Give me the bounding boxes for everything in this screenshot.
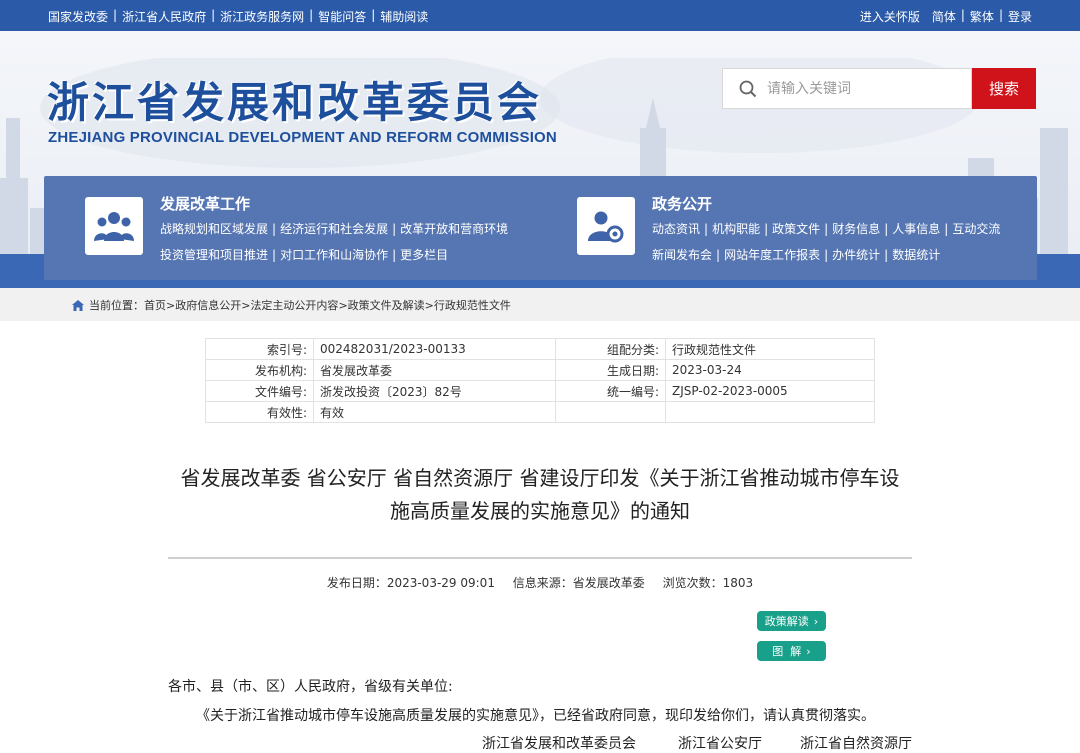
meta-label: 有效性: <box>205 401 314 423</box>
article-title-line2: 施高质量发展的实施意见》的通知 <box>390 499 690 523</box>
meta-label: 组配分类: <box>555 338 666 360</box>
table-row: 索引号: 002482031/2023-00133 组配分类: 行政规范性文件 <box>205 338 875 360</box>
table-row: 有效性: 有效 <box>205 401 875 423</box>
nav-section-gov-affairs-row1: 动态资讯 | 机构职能 | 政策文件 | 财务信息 | 人事信息 | 互动交流 <box>652 222 1001 236</box>
nav-link-economy-society[interactable]: 经济运行和社会发展 <box>280 222 388 236</box>
meta-created-date: 2023-03-24 <box>665 359 875 381</box>
breadcrumb-home[interactable]: 首页 <box>144 297 166 313</box>
article-title: 省发展改革委 省公安厅 省自然资源厅 省建设厅印发《关于浙江省推动城市停车设 施… <box>160 462 920 528</box>
breadcrumb-prefix: 当前位置： <box>89 299 144 312</box>
signature-natural-resources: 浙江省自然资源厅 <box>800 736 912 752</box>
meta-validity: 有效 <box>313 401 556 423</box>
nav-link-annual-report[interactable]: 网站年度工作报表 <box>724 248 820 262</box>
policy-interpretation-label: 政策解读 <box>764 615 809 628</box>
breadcrumb-normative-docs[interactable]: 行政规范性文件 <box>434 297 511 313</box>
site-header: 浙江省发展和改革委员会 ZHEJIANG PROVINCIAL DEVELOPM… <box>0 31 1080 288</box>
search-box <box>722 68 972 109</box>
breadcrumb-policy-docs[interactable]: 政策文件及解读 <box>348 297 425 313</box>
info-source: 信息来源：省发展改革委 <box>512 576 645 590</box>
top-link-ndrc[interactable]: 国家发改委 <box>48 8 108 25</box>
chevron-right-icon: › <box>813 614 819 628</box>
nav-link-personnel[interactable]: 人事信息 <box>892 222 940 236</box>
breadcrumb: 当前位置： 首页 > 政府信息公开 > 法定主动公开内容 > 政策文件及解读 > 行政规… <box>0 288 1080 321</box>
meta-label: 生成日期: <box>555 359 666 381</box>
meta-publisher: 省发展改革委 <box>313 359 556 381</box>
nav-section-gov-affairs-row2: 新闻发布会 | 网站年度工作报表 | 办件统计 | 数据统计 <box>652 248 941 262</box>
nav-link-investment[interactable]: 投资管理和项目推进 <box>160 248 268 262</box>
graphic-interpretation-label: 图 解 <box>772 645 802 658</box>
gov-affairs-icon <box>577 197 635 255</box>
nav-link-data-stats[interactable]: 数据统计 <box>892 248 940 262</box>
search-form: 搜索 <box>722 68 1036 109</box>
nav-link-policy-docs[interactable]: 政策文件 <box>772 222 820 236</box>
meta-label: 文件编号: <box>205 380 314 402</box>
signature-ndrc: 浙江省发展和改革委员会 <box>482 736 636 752</box>
home-icon <box>72 299 84 311</box>
top-link-assist-read[interactable]: 辅助阅读 <box>380 8 428 25</box>
top-link-care-mode[interactable]: 进入关怀版 <box>860 8 920 25</box>
nav-link-case-stats[interactable]: 办件统计 <box>832 248 880 262</box>
top-link-traditional[interactable]: 繁体 <box>970 8 994 25</box>
nav-section-gov-affairs-title[interactable]: 政务公开 <box>652 193 712 214</box>
top-link-smart-qa[interactable]: 智能问答 <box>318 8 366 25</box>
top-bar: 国家发改委 | 浙江省人民政府 | 浙江政务服务网 | 智能问答 | 辅助阅读 进入关怀… <box>0 0 1080 31</box>
view-count: 浏览次数：1803 <box>662 576 754 590</box>
meta-unified-no: ZJSP-02-2023-0005 <box>665 380 875 402</box>
nav-section-dev-reform-row2: 投资管理和项目推进 | 对口工作和山海协作 | 更多栏目 <box>160 248 449 262</box>
search-input[interactable] <box>767 80 947 97</box>
nav-link-strategic-planning[interactable]: 战略规划和区域发展 <box>160 222 268 236</box>
meta-label: 索引号: <box>205 338 314 360</box>
main-nav-panel: 发展改革工作 战略规划和区域发展 | 经济运行和社会发展 | 改革开放和营商环境 投资管… <box>44 176 1037 280</box>
table-row: 发布机构: 省发展改革委 生成日期: 2023-03-24 <box>205 359 875 381</box>
top-link-zj-gov[interactable]: 浙江省人民政府 <box>122 8 206 25</box>
nav-link-reform-business[interactable]: 改革开放和营商环境 <box>400 222 508 236</box>
top-link-simplified[interactable]: 简体 <box>932 8 956 25</box>
nav-link-finance[interactable]: 财务信息 <box>832 222 880 236</box>
nav-section-dev-reform-title[interactable]: 发展改革工作 <box>160 193 250 214</box>
top-links-left: 国家发改委 | 浙江省人民政府 | 浙江政务服务网 | 智能问答 | 辅助阅读 <box>48 8 429 25</box>
graphic-interpretation-button[interactable]: 图 解 › <box>757 641 826 661</box>
site-title-en: ZHEJIANG PROVINCIAL DEVELOPMENT AND REFO… <box>48 129 557 146</box>
nav-link-more-columns[interactable]: 更多栏目 <box>400 248 448 262</box>
breadcrumb-gov-info[interactable]: 政府信息公开 <box>175 297 241 313</box>
nav-section-dev-reform-row1: 战略规划和区域发展 | 经济运行和社会发展 | 改革开放和营商环境 <box>160 222 509 236</box>
publish-date: 发布日期：2023-03-29 09:01 <box>326 576 495 590</box>
nav-link-interaction[interactable]: 互动交流 <box>952 222 1000 236</box>
breadcrumb-statutory[interactable]: 法定主动公开内容 <box>250 297 338 313</box>
salutation: 各市、县（市、区）人民政府，省级有关单位: <box>168 679 453 695</box>
search-button[interactable]: 搜索 <box>972 68 1036 109</box>
meta-empty <box>555 401 666 423</box>
article-title-line1: 省发展改革委 省公安厅 省自然资源厅 省建设厅印发《关于浙江省推动城市停车设 <box>180 466 900 490</box>
chevron-right-icon: › <box>806 644 811 658</box>
nav-link-news[interactable]: 动态资讯 <box>652 222 700 236</box>
body-paragraph: 《关于浙江省推动城市停车设施高质量发展的实施意见》，已经省政府同意，现印发给你们… <box>196 708 875 724</box>
meta-category: 行政规范性文件 <box>665 338 875 360</box>
title-divider <box>168 557 912 559</box>
nav-link-pairing-cooperation[interactable]: 对口工作和山海协作 <box>280 248 388 262</box>
top-link-zj-service[interactable]: 浙江政务服务网 <box>220 8 304 25</box>
top-link-login[interactable]: 登录 <box>1008 8 1032 25</box>
policy-interpretation-button[interactable]: 政策解读 › <box>757 611 826 631</box>
table-row: 文件编号: 浙发改投资〔2023〕82号 统一编号: ZJSP-02-2023-… <box>205 380 875 402</box>
document-metadata-table: 索引号: 002482031/2023-00133 组配分类: 行政规范性文件 … <box>205 338 875 423</box>
meta-doc-no: 浙发改投资〔2023〕82号 <box>313 380 556 402</box>
work-group-icon <box>85 197 143 255</box>
signature-public-security: 浙江省公安厅 <box>678 736 762 752</box>
search-icon <box>739 80 757 97</box>
meta-index-no: 002482031/2023-00133 <box>313 338 556 360</box>
nav-link-press-conference[interactable]: 新闻发布会 <box>652 248 712 262</box>
nav-link-functions[interactable]: 机构职能 <box>712 222 760 236</box>
meta-label: 统一编号: <box>555 380 666 402</box>
meta-label: 发布机构: <box>205 359 314 381</box>
top-links-right: 进入关怀版 简体 | 繁体 | 登录 <box>859 8 1032 25</box>
meta-empty <box>665 401 875 423</box>
site-title-cn[interactable]: 浙江省发展和改革委员会 <box>47 69 542 130</box>
publish-info: 发布日期：2023-03-29 09:01 信息来源：省发展改革委 浏览次数：1… <box>0 574 1080 591</box>
